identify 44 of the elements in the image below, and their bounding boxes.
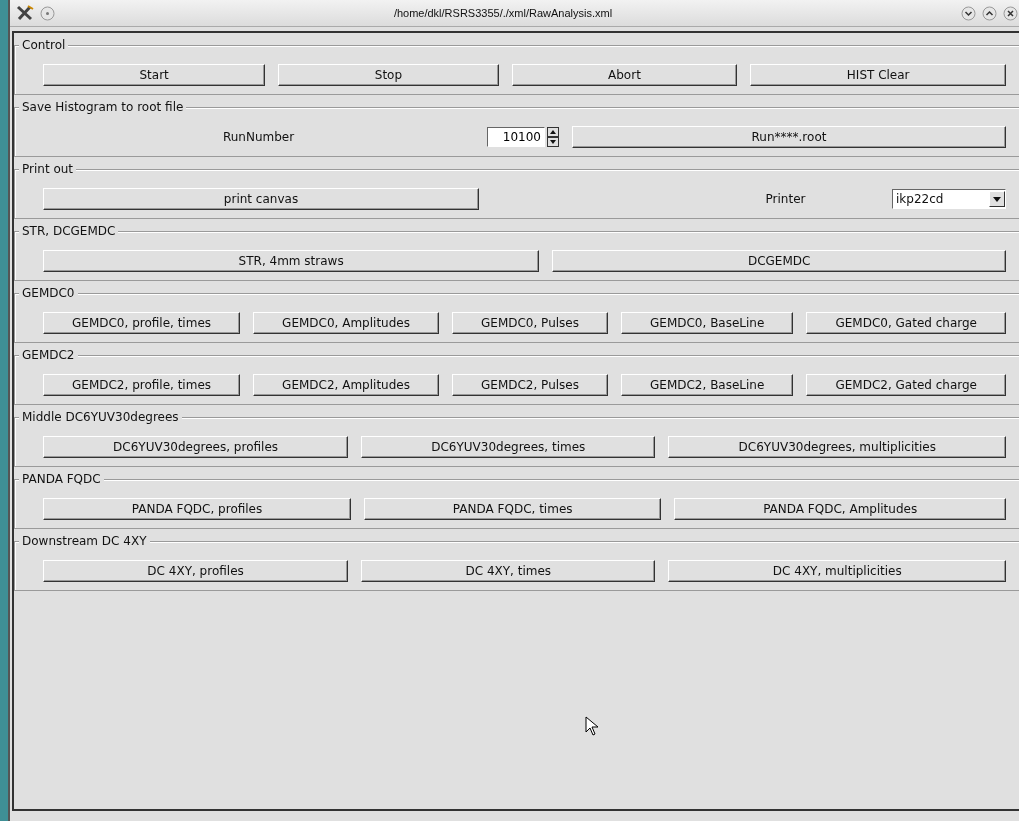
window-title: /home/dkl/RSRS3355/./xml/RawAnalysis.xml bbox=[392, 7, 614, 19]
action-button[interactable]: Run****.root bbox=[572, 126, 1006, 148]
group-title: Save Histogram to root file bbox=[19, 100, 187, 115]
close-icon[interactable] bbox=[1003, 5, 1018, 21]
action-button[interactable]: GEMDC0, Pulses bbox=[452, 312, 608, 334]
maximize-icon[interactable] bbox=[982, 5, 997, 21]
action-button[interactable]: PANDA FQDC, Amplitudes bbox=[674, 498, 1006, 520]
spinner-arrows-icon[interactable] bbox=[547, 127, 559, 147]
action-button[interactable]: PANDA FQDC, profiles bbox=[43, 498, 352, 520]
dropdown-arrow-icon bbox=[993, 196, 1001, 202]
action-button[interactable]: Abort bbox=[511, 64, 738, 86]
action-button[interactable]: GEMDC0, Gated charge bbox=[806, 312, 1007, 334]
field-label: Printer bbox=[764, 192, 807, 206]
action-button[interactable]: HIST Clear bbox=[750, 64, 1006, 86]
action-button[interactable]: DCGEMDC bbox=[552, 250, 1006, 272]
printer-dropdown[interactable]: ikp22cd bbox=[892, 189, 1006, 209]
action-button[interactable]: GEMDC2, BaseLine bbox=[621, 374, 794, 396]
action-button[interactable]: Stop bbox=[278, 64, 499, 86]
group-title: STR, DCGEMDC bbox=[19, 224, 119, 239]
action-button[interactable]: print canvas bbox=[43, 188, 479, 210]
mouse-cursor-icon bbox=[585, 716, 599, 736]
action-button[interactable]: PANDA FQDC, times bbox=[364, 498, 662, 520]
circle-button-icon[interactable] bbox=[40, 5, 55, 21]
action-button[interactable]: STR, 4mm straws bbox=[43, 250, 540, 272]
action-button[interactable]: GEMDC0, profile, times bbox=[43, 312, 241, 334]
action-button[interactable]: DC6YUV30degrees, times bbox=[361, 436, 656, 458]
action-button[interactable]: DC6YUV30degrees, profiles bbox=[43, 436, 349, 458]
action-button[interactable]: Start bbox=[43, 64, 266, 86]
group-title: Middle DC6YUV30degrees bbox=[19, 410, 182, 425]
group-title: PANDA FQDC bbox=[19, 472, 104, 487]
action-button[interactable]: GEMDC2, Pulses bbox=[452, 374, 608, 396]
minimize-icon[interactable] bbox=[961, 5, 976, 21]
action-button[interactable]: GEMDC0, BaseLine bbox=[621, 312, 794, 334]
action-button[interactable]: DC 4XY, times bbox=[361, 560, 656, 582]
action-button[interactable]: GEMDC2, Gated charge bbox=[806, 374, 1007, 396]
action-button[interactable]: GEMDC2, Amplitudes bbox=[253, 374, 439, 396]
action-button[interactable]: DC 4XY, profiles bbox=[43, 560, 349, 582]
action-button[interactable]: GEMDC0, Amplitudes bbox=[253, 312, 439, 334]
action-button[interactable]: DC 4XY, multiplicities bbox=[668, 560, 1006, 582]
action-button[interactable]: DC6YUV30degrees, multiplicities bbox=[668, 436, 1006, 458]
action-button[interactable]: GEMDC2, profile, times bbox=[43, 374, 241, 396]
number-field[interactable]: 10100 bbox=[487, 127, 545, 147]
field-label: RunNumber bbox=[221, 130, 296, 144]
tools-icon[interactable] bbox=[16, 5, 34, 21]
